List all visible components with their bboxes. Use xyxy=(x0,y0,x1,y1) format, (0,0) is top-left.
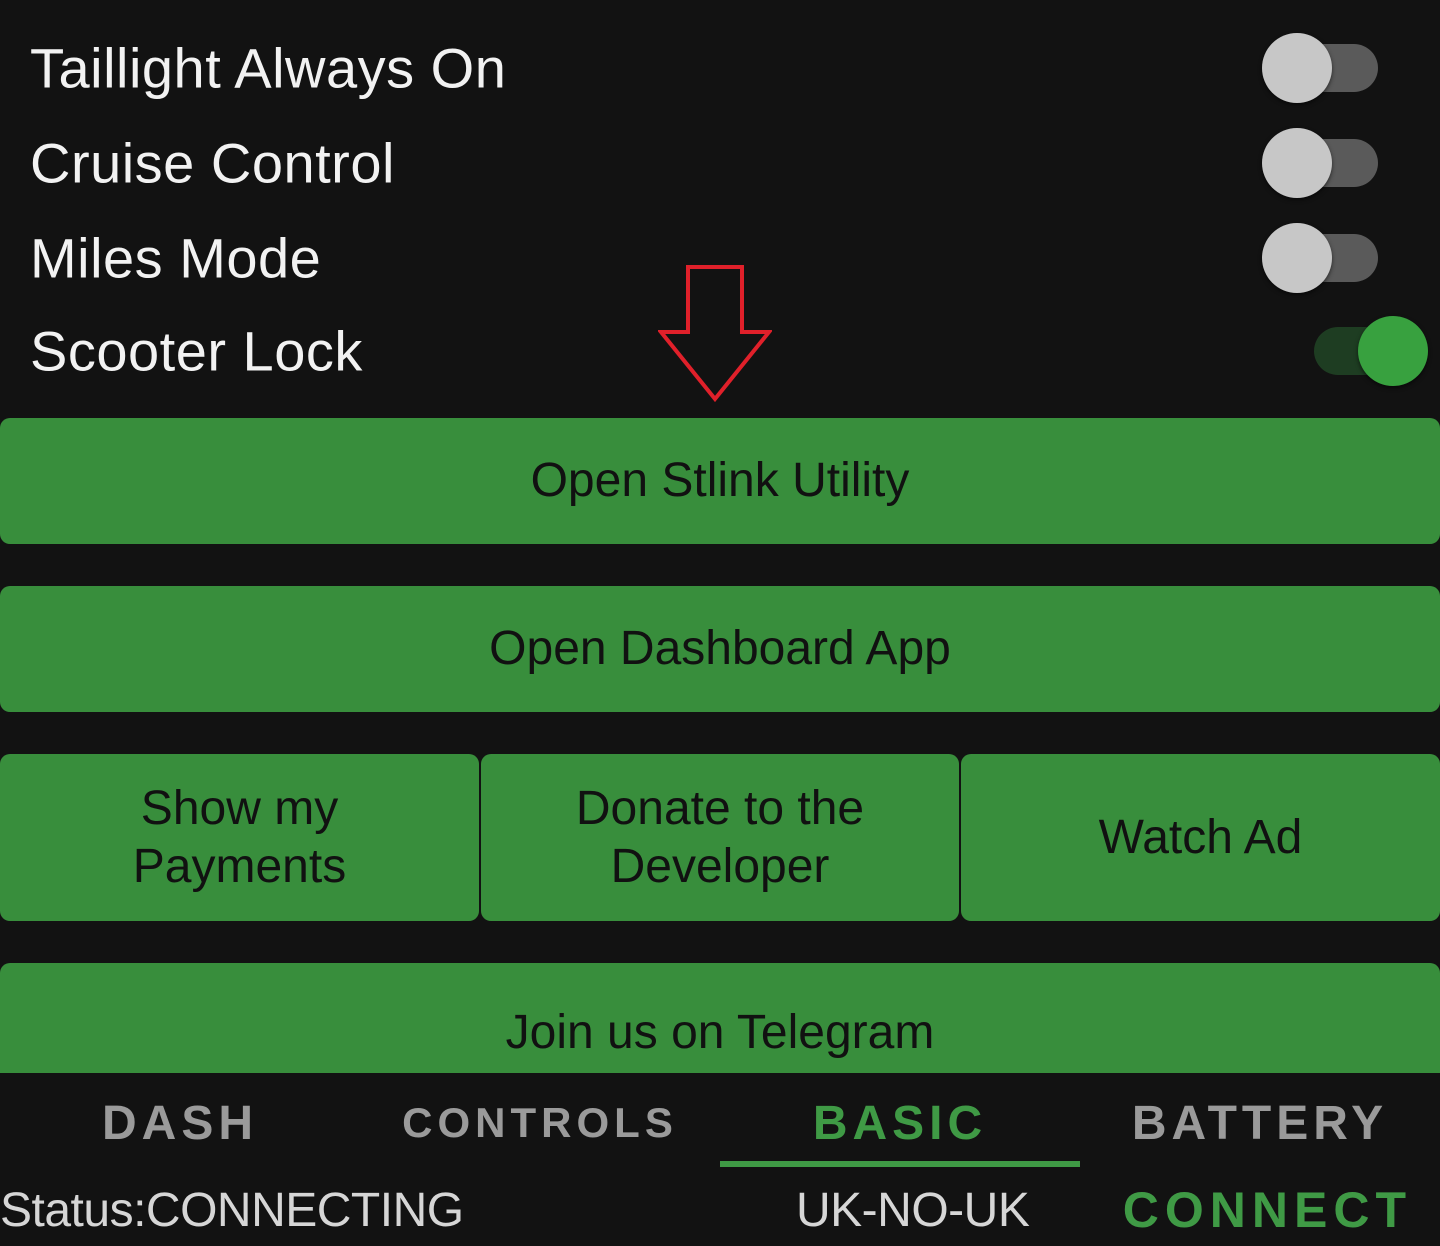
status-bar: Status:CONNECTING UK-NO-UK CONNECT xyxy=(0,1173,1440,1246)
join-telegram-label: Join us on Telegram xyxy=(505,1006,935,1060)
bottom-tab-bar: DASH CONTROLS BASIC BATTERY xyxy=(0,1073,1440,1173)
open-dashboard-app-label: Open Dashboard App xyxy=(489,622,951,676)
setting-label-cruise: Cruise Control xyxy=(30,131,395,194)
tab-dash[interactable]: DASH xyxy=(0,1073,360,1173)
donate-button[interactable]: Donate to the Developer xyxy=(481,754,959,921)
open-stlink-utility-button[interactable]: Open Stlink Utility xyxy=(0,418,1440,544)
watch-ad-label: Watch Ad xyxy=(1098,810,1303,864)
toggle-thumb xyxy=(1262,222,1332,293)
donate-label: Donate to the Developer xyxy=(575,781,865,893)
red-arrow-down-icon xyxy=(658,265,772,403)
tab-battery-label: BATTERY xyxy=(1131,1096,1389,1150)
cruise-control-toggle[interactable] xyxy=(1262,123,1402,203)
active-tab-indicator xyxy=(720,1161,1080,1167)
app-screen: Taillight Always On Cruise Control Miles… xyxy=(0,0,1440,1246)
scooter-lock-toggle[interactable] xyxy=(1288,311,1428,391)
toggle-thumb xyxy=(1262,127,1332,198)
tab-battery[interactable]: BATTERY xyxy=(1080,1073,1440,1173)
setting-row-cruise: Cruise Control xyxy=(0,115,1440,210)
show-payments-button[interactable]: Show my Payments xyxy=(0,754,479,921)
toggle-thumb xyxy=(1262,32,1332,103)
show-payments-label: Show my Payments xyxy=(132,781,347,893)
setting-label-scooter-lock: Scooter Lock xyxy=(30,319,363,382)
tab-controls[interactable]: CONTROLS xyxy=(360,1073,720,1173)
tab-basic[interactable]: BASIC xyxy=(720,1073,1080,1173)
tab-controls-label: CONTROLS xyxy=(402,1099,678,1146)
tab-dash-label: DASH xyxy=(101,1096,258,1150)
setting-label-miles: Miles Mode xyxy=(30,226,322,289)
setting-row-taillight: Taillight Always On xyxy=(0,20,1440,115)
region-code: UK-NO-UK xyxy=(796,1184,1030,1237)
setting-label-taillight: Taillight Always On xyxy=(30,36,507,99)
connect-button[interactable]: CONNECT xyxy=(1123,1181,1412,1239)
tab-basic-label: BASIC xyxy=(812,1096,988,1150)
open-stlink-utility-label: Open Stlink Utility xyxy=(530,454,910,508)
connection-status: Status:CONNECTING xyxy=(0,1184,464,1237)
miles-mode-toggle[interactable] xyxy=(1262,218,1402,298)
watch-ad-button[interactable]: Watch Ad xyxy=(961,754,1440,921)
taillight-toggle[interactable] xyxy=(1262,28,1402,108)
open-dashboard-app-button[interactable]: Open Dashboard App xyxy=(0,586,1440,712)
toggle-thumb xyxy=(1358,315,1428,386)
